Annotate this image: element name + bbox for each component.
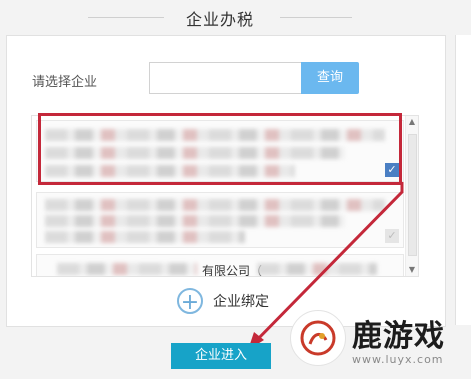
blurred-company-text [45,215,345,227]
search-button[interactable]: 查询 [301,62,359,94]
blurred-company-text [257,263,377,275]
blurred-company-text [45,147,345,159]
section-title: 企业办税 [186,10,255,29]
list-scrollbar[interactable]: ▲ ▼ [405,116,418,276]
blurred-company-text [45,231,245,243]
company-card-selected[interactable]: ✓ [36,120,404,182]
bind-company-link[interactable]: + 企业绑定 [177,288,269,315]
enter-company-button[interactable]: 企业进入 [171,343,271,369]
checkmark-icon: ✓ [385,229,399,243]
adjacent-panel [455,35,471,325]
company-card[interactable]: 有限公司（ [36,254,404,277]
scroll-down-arrow-icon[interactable]: ▼ [406,264,418,276]
blurred-company-text [57,263,197,275]
watermark-url: www.luyx.com [352,352,444,366]
checkmark-icon: ✓ [385,163,399,177]
select-company-label: 请选择企业 [32,75,98,90]
blurred-company-text [45,129,385,141]
title-divider-right [280,17,352,18]
company-name-partial: 有限公司（ [202,264,263,277]
blurred-company-text [45,165,295,177]
scroll-up-arrow-icon[interactable]: ▲ [406,116,418,128]
company-list[interactable]: ✓ ✓ 有限公司（ ▲ ▼ [31,115,419,277]
company-card[interactable]: ✓ [36,192,404,248]
company-search-input[interactable] [149,62,301,94]
blurred-company-text [45,199,385,211]
bind-company-label: 企业绑定 [213,294,269,310]
title-divider-left [88,17,164,18]
scroll-thumb[interactable] [408,134,417,256]
plus-circle-icon: + [177,288,203,315]
